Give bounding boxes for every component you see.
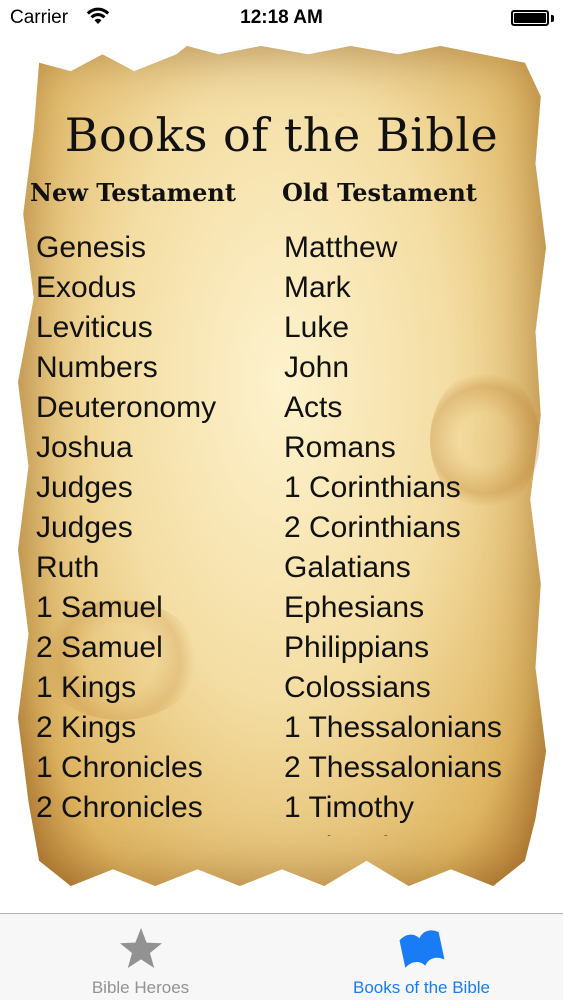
list-item: Joshua: [36, 431, 133, 464]
list-item: Luke: [284, 311, 350, 344]
list-item: 1 Samuel: [36, 591, 163, 624]
star-icon: [119, 928, 162, 968]
tab-label: Books of the Bible: [352, 978, 491, 997]
tab-bar: Bible Heroes Books of the Bible: [0, 913, 563, 1000]
list-item: Judges: [36, 511, 133, 544]
list-item: 1 Chronicles: [36, 751, 203, 784]
list-item: 2 Corinthians: [284, 511, 461, 544]
list-item: Ezra: [36, 828, 276, 836]
list-item: Romans: [284, 431, 396, 464]
page-title: Books of the Bible: [64, 108, 499, 162]
status-time: 12:18 AM: [240, 7, 323, 28]
list-item: Mark: [284, 271, 351, 304]
list-item: 2 Thessalonians: [284, 751, 502, 784]
tab-books-of-the-bible[interactable]: Books of the Bible: [281, 914, 562, 1000]
list-item: Genesis: [36, 231, 147, 264]
list-item: 2 Timothy: [284, 828, 544, 836]
list-item: Numbers: [36, 351, 158, 384]
list-item: 2 Chronicles: [36, 791, 203, 824]
list-item: Judges: [36, 471, 133, 504]
list-item: Deuteronomy: [36, 391, 217, 424]
list-item: Exodus: [36, 271, 137, 304]
list-item: 2 Kings: [36, 711, 137, 744]
left-book-list[interactable]: Genesis Exodus Leviticus Numbers Deutero…: [36, 228, 276, 836]
header-old-testament: Old Testament: [282, 178, 477, 207]
list-item: 1 Kings: [36, 671, 137, 704]
list-item: Galatians: [284, 551, 411, 584]
tab-bible-heroes[interactable]: Bible Heroes: [0, 914, 281, 1000]
list-item: 1 Corinthians: [284, 471, 461, 504]
list-item: Matthew: [284, 231, 398, 264]
list-item: 1 Thessalonians: [284, 711, 502, 744]
list-item: Leviticus: [36, 311, 153, 344]
right-book-list[interactable]: Matthew Mark Luke John Acts Romans 1 Cor…: [284, 228, 544, 836]
list-item: Colossians: [284, 671, 431, 704]
header-new-testament: New Testament: [30, 178, 236, 207]
list-item: Ruth: [36, 551, 100, 584]
list-item: Philippians: [284, 631, 430, 664]
list-item: Acts: [284, 391, 343, 424]
list-item: 1 Timothy: [284, 791, 415, 824]
list-item: Ephesians: [284, 591, 425, 624]
battery-tip: [551, 15, 554, 22]
status-bar: Carrier 12:18 AM: [0, 0, 563, 40]
book-icon: [399, 930, 444, 968]
list-item: John: [284, 351, 350, 384]
battery-icon: [511, 10, 549, 26]
list-item: 2 Samuel: [36, 631, 163, 664]
tab-label: Bible Heroes: [91, 978, 190, 997]
